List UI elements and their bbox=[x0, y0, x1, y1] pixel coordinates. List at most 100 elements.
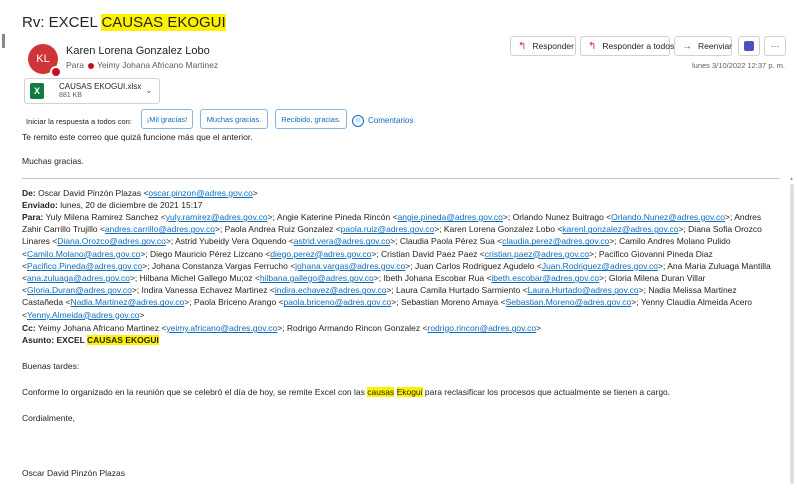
recipient-name: Ana Maria Zuluaga Mantilla bbox=[667, 260, 771, 271]
forwarded-cc: Cc: Yeimy Johana Africano Martinez <yeim… bbox=[22, 323, 542, 333]
forwarded-greeting: Buenas tardes: bbox=[22, 361, 80, 371]
recipient-name[interactable]: Yeimy Johana Africano Martinez bbox=[97, 60, 218, 70]
comment-icon: ☺ bbox=[352, 115, 364, 127]
recipient-email-link[interactable]: Laura.Hurtado@adres.gov.co bbox=[528, 285, 639, 295]
window-edge-marker bbox=[2, 34, 5, 48]
recipient-email-link[interactable]: andres.carrillo@adres.gov.co bbox=[105, 224, 215, 234]
reply-button[interactable]: ↰ Responder bbox=[510, 36, 576, 56]
recipient-name: Ibeth Johana Escobar Rua bbox=[383, 273, 485, 284]
to-recipient-list: Yuly Milena Ramirez Sanchez <yuly.ramire… bbox=[22, 212, 771, 320]
recipient-name: Yuly Milena Ramirez Sanchez bbox=[45, 212, 159, 222]
recipient-name: Angie Katerine Pineda Rincón bbox=[276, 212, 391, 222]
scrollbar-thumb[interactable] bbox=[790, 184, 794, 484]
recipient-email-link[interactable]: Gloria.Duran@adres.gov.co bbox=[27, 285, 132, 295]
message-highlight-ekogui: Ekogui bbox=[396, 387, 423, 397]
quick-reply-option-1[interactable]: ¡Mil gracias! bbox=[141, 109, 193, 129]
attachment-size: 881 KB bbox=[59, 92, 82, 99]
recipient-name: Karen Lorena Gonzalez Lobo bbox=[443, 224, 555, 235]
recipient-email-link[interactable]: yuly.ramirez@adres.gov.co bbox=[166, 212, 268, 222]
recipient-email-link[interactable]: cristian.paez@adres.gov.co bbox=[485, 249, 589, 259]
body-line-1: Te remito este correo que quizá funcione… bbox=[22, 132, 253, 142]
cc-recipient-list: Yeimy Johana Africano Martinez <yeimy.af… bbox=[37, 323, 542, 333]
message-highlight-causas: causas bbox=[367, 387, 395, 397]
teams-button[interactable] bbox=[738, 36, 760, 56]
quick-reply-label: Iniciar la respuesta a todos con: bbox=[26, 117, 132, 126]
email-subject: Rv: EXCEL CAUSAS EKOGUI bbox=[22, 14, 226, 31]
forwarded-from: De: Oscar David Pinzón Plazas <oscar.pin… bbox=[22, 188, 258, 198]
attachment-name: CAUSAS EKOGUI.xlsx bbox=[59, 82, 142, 91]
from-email-link[interactable]: oscar.pinzon@adres.gov.co bbox=[148, 188, 252, 198]
recipient-name: Astrid Yubeidy Vera Oquendo bbox=[175, 236, 287, 247]
teams-icon bbox=[744, 41, 754, 51]
comments-link[interactable]: ☺ Comentarios bbox=[352, 115, 413, 127]
forwarded-closing: Cordialmente, bbox=[22, 413, 75, 423]
recipient-name: Laura Camila Hurtado Sarmiento bbox=[396, 285, 521, 296]
recipient-name: Sebastian Moreno Amaya bbox=[400, 297, 499, 308]
recipient-email-link[interactable]: Pacifico.Pineda@adres.gov.co bbox=[27, 261, 142, 271]
reply-icon: ↰ bbox=[518, 40, 527, 52]
recipient-email-link[interactable]: ana.zuluaga@adres.gov.co bbox=[27, 273, 130, 283]
forwarded-to: Para: Yuly Milena Ramirez Sanchez <yuly.… bbox=[22, 212, 771, 320]
recipient-email-link[interactable]: Camilo.Molano@adres.gov.co bbox=[27, 249, 140, 259]
recipient-presence-dot bbox=[87, 62, 94, 69]
recipient-email-link[interactable]: astrid.vera@adres.gov.co bbox=[294, 236, 390, 246]
recipient-name: Claudia Paola Pérez Sua bbox=[399, 236, 495, 247]
recipient-email-link[interactable]: indira.echavez@adres.gov.co bbox=[275, 285, 386, 295]
recipient-email-link[interactable]: johana.vargas@adres.gov.co bbox=[295, 261, 405, 271]
recipient-line: Para Yeimy Johana Africano Martinez bbox=[66, 60, 219, 70]
sender-name[interactable]: Karen Lorena Gonzalez Lobo bbox=[66, 45, 210, 57]
recipient-email-link[interactable]: ibeth.escobar@adres.gov.co bbox=[491, 273, 599, 283]
recipient-name: Paola Briceno Arango bbox=[193, 297, 277, 308]
recipient-name: Juan Carlos Rodriguez Agudelo bbox=[414, 260, 535, 271]
forward-icon: → bbox=[682, 40, 692, 52]
excel-file-icon: X bbox=[30, 83, 44, 99]
body-line-2: Muchas gracias. bbox=[22, 156, 84, 166]
recipient-email-link[interactable]: rodrigo.rincon@adres.gov.co bbox=[427, 323, 536, 333]
recipient-email-link[interactable]: Diana.Orozco@adres.gov.co bbox=[57, 236, 166, 246]
recipient-name: Diego Mauricio Pérez Lizcano bbox=[150, 248, 263, 259]
recipient-email-link[interactable]: karenl.gonzalez@adres.gov.co bbox=[562, 224, 678, 234]
recipient-email-link[interactable]: paola.ruiz@adres.gov.co bbox=[341, 224, 435, 234]
recipient-email-link[interactable]: hilbana.gallego@adres.gov.co bbox=[260, 273, 374, 283]
recipient-email-link[interactable]: diego.perez@adres.gov.co bbox=[270, 249, 371, 259]
recipient-email-link[interactable]: Nadia.Martinez@adres.gov.co bbox=[70, 297, 184, 307]
forward-divider bbox=[22, 178, 780, 179]
recipient-name: Yeimy Johana Africano Martinez bbox=[37, 323, 160, 333]
chevron-down-icon[interactable]: ⌄ bbox=[145, 85, 153, 96]
recipient-name: Orlando Nunez Buitrago bbox=[512, 212, 604, 222]
attachment-card[interactable]: X CAUSAS EKOGUI.xlsx 881 KB ⌄ bbox=[24, 78, 160, 104]
recipient-email-link[interactable]: paola.briceno@adres.gov.co bbox=[284, 297, 392, 307]
quick-reply-option-2[interactable]: Muchas gracias. bbox=[200, 109, 268, 129]
reply-all-icon: ↰ bbox=[588, 40, 597, 52]
forwarded-subject-highlight: CAUSAS EKOGUI bbox=[87, 335, 159, 345]
recipient-name: Paola Andrea Ruiz Gonzalez bbox=[224, 224, 334, 235]
recipient-email-link[interactable]: yeimy.africano@adres.gov.co bbox=[166, 323, 277, 333]
recipient-email-link[interactable]: claudia.perez@adres.gov.co bbox=[502, 236, 609, 246]
subject-highlight: CAUSAS EKOGUI bbox=[101, 14, 226, 31]
recipient-name: Gloria Milena Duran Villar bbox=[608, 273, 706, 284]
vertical-scrollbar[interactable]: ▲ bbox=[789, 176, 795, 492]
recipient-email-link[interactable]: Sebastian.Moreno@adres.gov.co bbox=[506, 297, 632, 307]
email-timestamp: lunes 3/10/2022 12:37 p. m. bbox=[692, 61, 785, 70]
recipient-email-link[interactable]: Juan.Rodriguez@adres.gov.co bbox=[542, 261, 658, 271]
recipient-name: Pacifico Giovanni Pineda Diaz bbox=[598, 248, 713, 259]
recipient-name: Johana Constanza Vargas Ferrucho bbox=[151, 260, 288, 271]
recipient-name: Camilo Andres Molano Pulido bbox=[619, 236, 731, 247]
recipient-name: Yenny Claudia Almeida Acero bbox=[640, 297, 753, 308]
recipient-email-link[interactable]: Orlando.Nunez@adres.gov.co bbox=[611, 212, 725, 222]
forwarded-signature: Oscar David Pinzón Plazas bbox=[22, 468, 125, 478]
quick-reply-option-3[interactable]: Recibido, gracias. bbox=[275, 109, 347, 129]
more-actions-button[interactable]: ··· bbox=[764, 36, 786, 56]
forward-button[interactable]: → Reenviar bbox=[674, 36, 732, 56]
forwarded-subject: Asunto: EXCEL CAUSAS EKOGUI bbox=[22, 335, 159, 345]
recipient-name: Rodrigo Armando Rincon Gonzalez bbox=[286, 323, 421, 333]
recipient-name: Hilbana Michel Gallego Mu;oz bbox=[139, 273, 253, 284]
forwarded-sent: Enviado: lunes, 20 de diciembre de 2021 … bbox=[22, 200, 203, 210]
recipient-email-link[interactable]: Yenny.Almeida@adres.gov.co bbox=[27, 310, 139, 320]
recipient-name: Indira Vanessa Echavez Martinez bbox=[141, 285, 268, 296]
recipient-email-link[interactable]: angie.pineda@adres.gov.co bbox=[398, 212, 503, 222]
recipient-name: Cristian David Paez Paez bbox=[381, 248, 478, 259]
scroll-up-icon[interactable]: ▲ bbox=[789, 176, 794, 182]
presence-indicator bbox=[50, 66, 62, 78]
reply-all-button[interactable]: ↰ Responder a todos bbox=[580, 36, 674, 56]
